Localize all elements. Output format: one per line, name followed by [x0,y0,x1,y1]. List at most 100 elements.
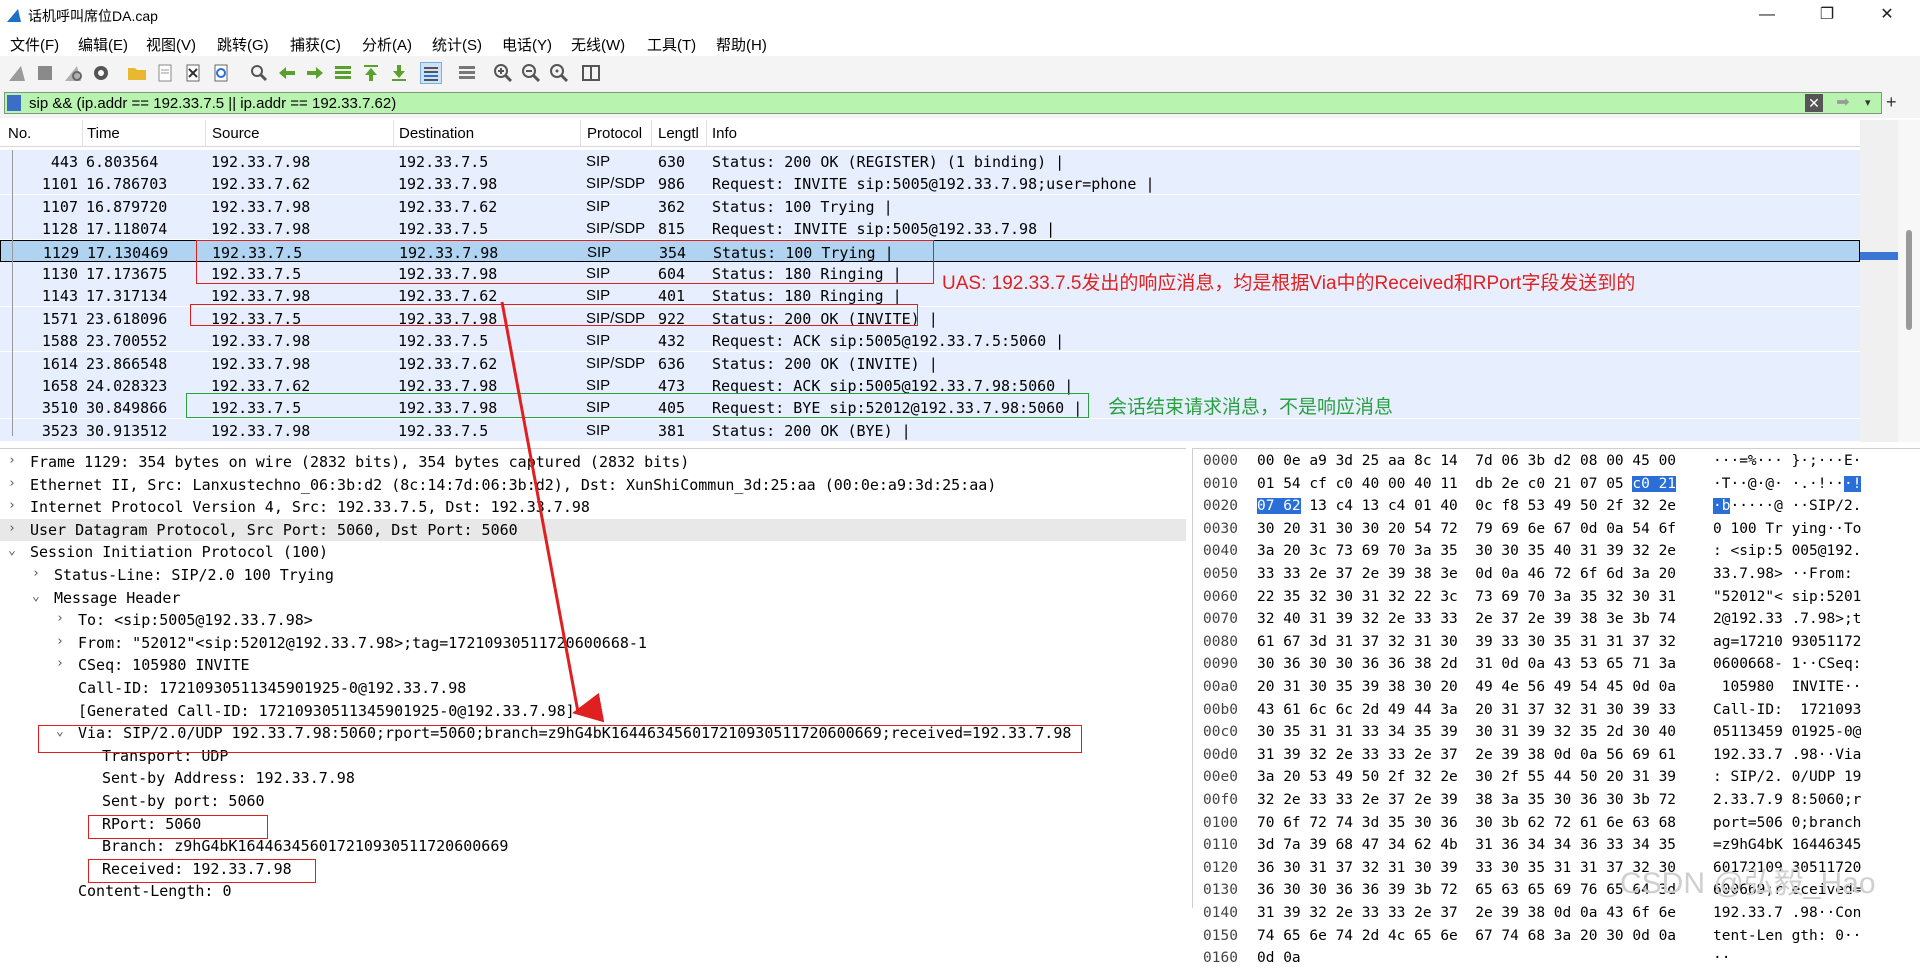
detail-tree-row[interactable]: Sent-by Address: 192.33.7.98 [0,767,1186,789]
bytes-hex[interactable]: 00 0e a9 3d 25 aa 8c 14 7d 06 3b d2 08 0… [1257,453,1676,469]
detail-tree-row[interactable]: › To: <sip:5005@192.33.7.98> [0,609,1186,631]
detail-tree-row[interactable]: › Internet Protocol Version 4, Src: 192.3… [0,496,1186,518]
resize-columns-icon[interactable] [580,62,602,84]
display-filter-input[interactable]: sip && (ip.addr == 192.33.7.5 || ip.addr… [4,92,1882,114]
packet-row[interactable]: 1101 16.786703 192.33.7.62 192.33.7.98 SIP/S… [0,172,1860,195]
expand-arrow-icon[interactable]: › [32,566,40,581]
packet-minimap[interactable] [1860,120,1898,442]
filter-history-dropdown-icon[interactable]: ▾ [1865,94,1879,112]
packet-row[interactable]: 443 6.803564 192.33.7.98 192.33.7.5 SIP 630 St… [0,150,1860,172]
collapse-arrow-icon[interactable]: ⌄ [8,543,16,558]
back-icon[interactable] [276,62,298,84]
bytes-asc[interactable]: ·T··@·@· ·.·!···! [1713,475,1862,492]
bytes-asc[interactable]: ·b·····@ ··SIP/2. [1713,498,1861,515]
bookmark-icon[interactable] [7,95,21,111]
bytes-hex[interactable]: 36 30 31 37 32 31 30 39 33 30 35 31 31 3… [1257,860,1676,876]
minimize-button[interactable]: — [1744,0,1790,30]
menu-tools[interactable]: 工具(T) [647,34,696,55]
expand-arrow-icon[interactable]: › [56,634,64,649]
collapse-arrow-icon[interactable]: ⌄ [32,589,40,604]
goto-packet-icon[interactable] [332,62,354,84]
menu-edit[interactable]: 编辑(E) [78,34,128,55]
bytes-hex[interactable]: 30 35 31 31 33 34 35 39 30 31 39 32 35 2… [1257,724,1676,740]
col-header-time[interactable]: Time [87,125,120,142]
detail-tree-row[interactable]: › From: "52012"<sip:52012@192.33.7.98>;ta… [0,632,1186,654]
bytes-asc[interactable]: 2@192.33 .7.98>;t [1713,611,1861,627]
bytes-asc[interactable]: ···=%··· }·;···E· [1713,453,1861,469]
detail-tree-row[interactable]: Call-ID: 17210930511345901925-0@192.33.7… [0,677,1186,699]
bytes-asc[interactable]: 105980 INVITE·· [1713,679,1862,695]
packet-row[interactable]: 1588 23.700552 192.33.7.98 192.33.7.5 SIP 432… [0,329,1860,352]
packet-row[interactable]: 1128 17.118074 192.33.7.98 192.33.7.5 SIP/SD… [0,217,1860,240]
bytes-asc[interactable]: 192.33.7 .98··Via [1713,747,1861,763]
bytes-hex[interactable]: 70 6f 72 74 3d 35 30 36 30 3b 62 72 61 6… [1257,815,1676,831]
detail-tree-row[interactable]: › Status-Line: SIP/2.0 100 Trying [0,564,1186,586]
stop-icon[interactable] [34,62,56,84]
bytes-asc[interactable]: Call-ID: 1721093 [1713,702,1861,718]
detail-tree-row[interactable]: Content-Length: 0 [0,880,1186,902]
reload-icon[interactable] [210,62,232,84]
options-gear-icon[interactable] [90,62,112,84]
col-header-info[interactable]: Info [712,125,737,142]
expand-arrow-icon[interactable]: › [8,453,16,468]
bytes-hex[interactable]: 01 54 cf c0 40 00 40 11 db 2e c0 21 07 0… [1257,475,1677,492]
menu-wireless[interactable]: 无线(W) [571,34,625,55]
detail-tree-row[interactable]: [Generated Call-ID: 17210930511345901925… [0,700,1186,722]
add-filter-button[interactable]: + [1886,92,1897,113]
bytes-asc[interactable]: 05113459 01925-0@ [1713,724,1861,740]
bytes-hex[interactable]: 22 35 32 30 31 32 22 3c 73 69 70 3a 35 3… [1257,589,1676,605]
bytes-hex[interactable]: 36 30 30 36 36 39 3b 72 65 63 65 69 76 6… [1257,882,1676,898]
expand-arrow-icon[interactable]: › [56,611,64,626]
packet-row[interactable]: 1614 23.866548 192.33.7.98 192.33.7.62 SIP/S… [0,351,1860,374]
bytes-asc[interactable]: ag=17210 93051172 [1713,634,1861,650]
clear-filter-icon[interactable]: ✕ [1805,94,1823,112]
colorize-icon[interactable] [456,62,478,84]
bytes-hex[interactable]: 3a 20 53 49 50 2f 32 2e 30 2f 55 44 50 2… [1257,769,1676,785]
menu-telephony[interactable]: 电话(Y) [502,34,552,55]
autoscroll-icon[interactable] [420,62,442,84]
bytes-hex[interactable]: 0d 0a [1257,950,1301,966]
detail-tree-row[interactable]: › User Datagram Protocol, Src Port: 5060,… [0,518,1186,541]
close-window-button[interactable]: ✕ [1864,0,1910,30]
zoom-in-icon[interactable] [492,62,514,84]
expand-arrow-icon[interactable]: › [56,656,64,671]
bytes-hex[interactable]: 3d 7a 39 68 47 34 62 4b 31 36 34 34 36 3… [1257,837,1676,853]
col-header-no[interactable]: No. [8,125,31,142]
restart-icon[interactable] [62,62,84,84]
bytes-asc[interactable]: 192.33.7 .98··Con [1713,905,1861,921]
packet-list-scrollbar[interactable] [1898,120,1920,442]
bytes-asc[interactable]: : <sip:5 005@192. [1713,543,1861,559]
bytes-asc[interactable]: port=506 0;branch [1713,815,1861,831]
open-folder-icon[interactable] [126,62,148,84]
col-header-protocol[interactable]: Protocol [587,125,642,142]
bytes-asc[interactable]: 0600668- 1··CSeq: [1713,656,1861,672]
bytes-hex[interactable]: 61 67 3d 31 37 32 31 30 39 33 30 35 31 3… [1257,634,1676,650]
col-header-length[interactable]: Lengtl [658,125,699,142]
find-icon[interactable] [248,62,270,84]
detail-tree-row[interactable]: Sent-by port: 5060 [0,790,1186,812]
scrollbar-thumb[interactable] [1906,230,1912,330]
bytes-hex[interactable]: 20 31 30 35 39 38 30 20 49 4e 56 49 54 4… [1257,679,1676,695]
shark-fin-start-icon[interactable] [6,62,28,84]
expand-arrow-icon[interactable]: › [8,521,16,536]
bytes-asc[interactable]: 33.7.98> ··From: [1713,566,1861,582]
filter-text[interactable]: sip && (ip.addr == 192.33.7.5 || ip.addr… [29,95,396,112]
bytes-hex[interactable]: 30 20 31 30 30 20 54 72 79 69 6e 67 0d 0… [1257,521,1676,537]
bytes-hex[interactable]: 30 36 30 30 36 36 38 2d 31 0d 0a 43 53 6… [1257,656,1676,672]
close-file-icon[interactable] [182,62,204,84]
menu-capture[interactable]: 捕获(C) [290,34,341,55]
bytes-hex[interactable]: 31 39 32 2e 33 33 2e 37 2e 39 38 0d 0a 5… [1257,747,1676,763]
packet-row[interactable]: 3523 30.913512 192.33.7.98 192.33.7.5 SIP 381… [0,418,1860,441]
detail-tree-row[interactable]: ⌄ Message Header [0,587,1186,609]
detail-tree-row[interactable]: › Ethernet II, Src: Lanxustechno_06:3b:d2… [0,474,1186,496]
apply-filter-icon[interactable]: ➡ [1827,94,1859,112]
file-icon[interactable] [154,62,176,84]
forward-icon[interactable] [304,62,326,84]
menu-statistics[interactable]: 统计(S) [432,34,482,55]
detail-tree-row[interactable]: › Frame 1129: 354 bytes on wire (2832 bit… [0,451,1186,473]
bytes-asc[interactable]: 2.33.7.9 8:5060;r [1713,792,1861,808]
menu-view[interactable]: 视图(V) [146,34,196,55]
zoom-normal-icon[interactable] [548,62,570,84]
bytes-hex[interactable]: 31 39 32 2e 33 33 2e 37 2e 39 38 0d 0a 4… [1257,905,1676,921]
bytes-hex[interactable]: 43 61 6c 6c 2d 49 44 3a 20 31 37 32 31 3… [1257,702,1676,718]
